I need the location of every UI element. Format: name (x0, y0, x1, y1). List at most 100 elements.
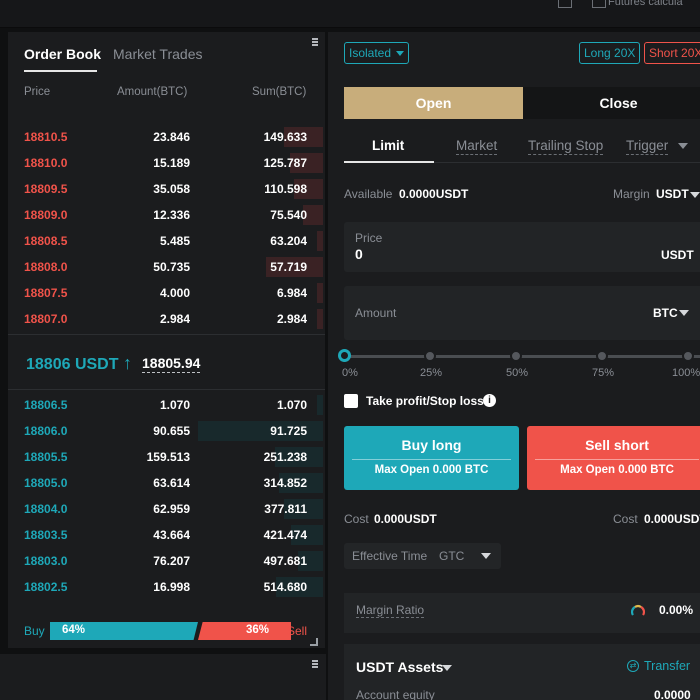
bid-row[interactable]: 18804.0 62.959 377.811 (8, 499, 325, 525)
row-price: 18802.5 (24, 580, 68, 594)
row-sum: 63.204 (270, 234, 307, 248)
amount-field[interactable]: Amount BTC (344, 286, 700, 340)
ask-row[interactable]: 18807.0 2.984 2.984 (8, 309, 325, 335)
bid-row[interactable]: 18803.5 43.664 421.474 (8, 525, 325, 551)
chevron-down-icon[interactable] (442, 665, 452, 671)
sell-short-button[interactable]: Sell short Max Open 0.000 BTC (527, 426, 700, 490)
ask-row[interactable]: 18810.5 23.846 149.633 (8, 127, 325, 153)
slider-label: 25% (420, 367, 443, 379)
divider (8, 334, 325, 335)
tab-limit[interactable]: Limit (372, 138, 404, 153)
tab-trigger[interactable]: Trigger (626, 138, 669, 155)
row-amount: 62.959 (153, 502, 190, 516)
bid-row[interactable]: 18805.0 63.614 314.852 (8, 473, 325, 499)
transfer-link[interactable]: Transfer (644, 659, 690, 673)
margin-label: Margin (613, 187, 650, 201)
row-price: 18810.5 (24, 130, 68, 144)
chevron-down-icon[interactable] (690, 192, 700, 198)
ask-row[interactable]: 18810.0 15.189 125.787 (8, 153, 325, 179)
ask-row[interactable]: 18808.0 50.735 57.719 (8, 257, 325, 283)
amount-slider-track[interactable] (350, 355, 700, 358)
effective-time-value: GTC (439, 549, 465, 563)
price-input[interactable]: 0 (355, 246, 363, 262)
bid-row[interactable]: 18803.0 76.207 497.681 (8, 551, 325, 577)
gauge-icon (630, 604, 646, 618)
open-button[interactable]: Open (344, 87, 523, 119)
buy-ratio-bar: 64% (50, 622, 198, 640)
bid-row[interactable]: 18806.0 90.655 91.725 (8, 421, 325, 447)
row-sum: 91.725 (270, 424, 307, 438)
futures-calculator-link[interactable]: Futures calcula (608, 0, 683, 8)
tab-market[interactable]: Market (456, 138, 498, 155)
margin-mode-label: Isolated (349, 46, 392, 60)
margin-ratio-panel: Margin Ratio 0.00% (344, 593, 700, 633)
info-icon[interactable]: i (483, 394, 496, 407)
long-leverage-button[interactable]: Long 20X (579, 42, 641, 64)
bid-row[interactable]: 18806.5 1.070 1.070 (8, 395, 325, 421)
ask-row[interactable]: 18809.0 12.336 75.540 (8, 205, 325, 231)
cost-long-label: Cost (344, 512, 369, 526)
sell-ratio-bar: 36% (198, 622, 291, 640)
bid-row[interactable]: 18805.5 159.513 251.238 (8, 447, 325, 473)
row-sum: 6.984 (276, 286, 307, 300)
row-amount: 12.336 (153, 208, 190, 222)
row-sum: 497.681 (263, 554, 307, 568)
sell-short-label: Sell short (585, 437, 649, 453)
tab-order-book[interactable]: Order Book (24, 46, 101, 62)
ask-row[interactable]: 18808.5 5.485 63.204 (8, 231, 325, 257)
slider-step-25[interactable] (424, 350, 436, 362)
sell-ratio-value: 36% (246, 624, 270, 636)
row-price: 18803.0 (24, 554, 68, 568)
assets-title[interactable]: USDT Assets (356, 659, 443, 675)
column-header-sum: Sum(BTC) (252, 86, 307, 98)
bell-icon[interactable] (558, 0, 572, 8)
chevron-down-icon (396, 51, 405, 57)
row-amount: 5.485 (159, 234, 190, 248)
tpsl-checkbox[interactable] (344, 394, 358, 408)
divider (8, 389, 325, 390)
sell-ratio-label: Sell (286, 624, 307, 638)
bid-row[interactable]: 18802.5 16.998 514.680 (8, 577, 325, 603)
amount-unit-select[interactable]: BTC (653, 306, 678, 320)
panel-menu-icon[interactable] (312, 660, 318, 668)
row-price: 18807.0 (24, 312, 68, 326)
row-amount: 76.207 (153, 554, 190, 568)
resize-handle[interactable] (310, 638, 318, 646)
margin-mode-select[interactable]: Isolated (344, 42, 410, 64)
row-sum: 251.238 (263, 450, 307, 464)
row-price: 18805.0 (24, 476, 68, 490)
slider-step-75[interactable] (596, 350, 608, 362)
open-close-toggle: Open Close (344, 87, 700, 119)
buy-ratio-label: Buy (24, 624, 45, 638)
margin-ratio-value: 0.00% (659, 603, 694, 617)
row-price: 18803.5 (24, 528, 68, 542)
slider-step-50[interactable] (510, 350, 522, 362)
depth-bar (317, 283, 323, 303)
short-leverage-button[interactable]: Short 20X (644, 42, 700, 64)
row-sum: 421.474 (263, 528, 307, 542)
tab-trailing-stop[interactable]: Trailing Stop (528, 138, 604, 155)
row-sum: 1.070 (276, 398, 307, 412)
calculator-icon[interactable] (592, 0, 606, 8)
row-amount: 15.189 (153, 156, 190, 170)
slider-step-100[interactable] (682, 350, 694, 362)
chevron-down-icon[interactable] (678, 143, 688, 149)
panel-menu-icon[interactable] (312, 38, 318, 46)
effective-time-select[interactable]: Effective Time GTC (344, 543, 501, 569)
margin-currency-select[interactable]: USDT (656, 187, 689, 201)
row-sum: 125.787 (263, 156, 307, 170)
row-sum: 314.852 (263, 476, 307, 490)
ask-row[interactable]: 18807.5 4.000 6.984 (8, 283, 325, 309)
price-field[interactable]: Price 0 USDT (344, 222, 700, 272)
ask-row[interactable]: 18809.5 35.058 110.598 (8, 179, 325, 205)
close-button[interactable]: Close (523, 87, 700, 119)
available-label: Available (344, 187, 393, 201)
buy-long-button[interactable]: Buy long Max Open 0.000 BTC (344, 426, 519, 490)
row-sum: 110.598 (264, 182, 307, 196)
tab-market-trades[interactable]: Market Trades (113, 46, 202, 62)
transfer-icon[interactable]: ⇄ (627, 660, 639, 672)
top-bar: Futures calcula (0, 0, 700, 28)
equity-value: 0.0000 (654, 688, 691, 700)
chevron-down-icon[interactable] (679, 310, 689, 316)
slider-step-0[interactable] (338, 349, 351, 362)
